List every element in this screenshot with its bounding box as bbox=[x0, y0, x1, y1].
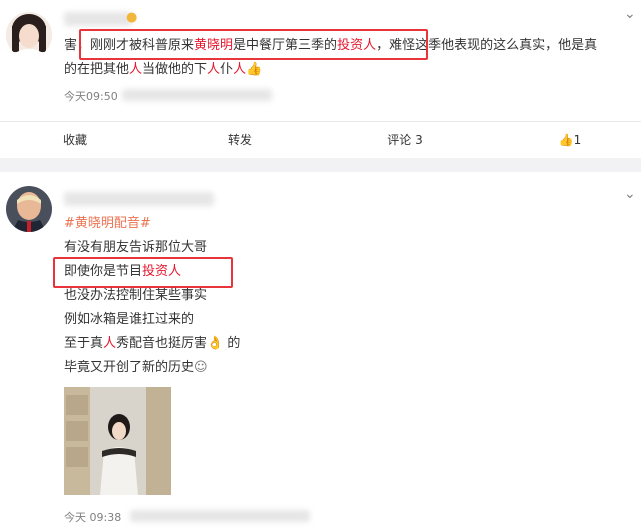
post-source bbox=[122, 89, 272, 101]
post-photo[interactable] bbox=[64, 387, 171, 495]
post-time[interactable]: 今天 09:38 bbox=[64, 509, 121, 525]
hashtag-link[interactable]: #黄晓明配音# bbox=[64, 213, 151, 235]
chevron-down-icon[interactable]: ⌄ bbox=[624, 186, 636, 202]
avatar-image bbox=[6, 12, 52, 58]
username[interactable] bbox=[64, 192, 214, 206]
photo-image bbox=[64, 387, 171, 495]
highlight-box bbox=[53, 257, 233, 288]
thumbs-up-icon: 👍 bbox=[558, 133, 574, 147]
post-text-line-2: 的在把其他人当做他的下人仆人👍 bbox=[64, 62, 263, 77]
thumbs-up-emoji-icon: 👍 bbox=[246, 62, 263, 77]
post-text-line-3: 也没办法控制住某些事实 bbox=[64, 288, 208, 303]
hand-emoji-icon: 👌 bbox=[207, 336, 224, 351]
post-2: ⌄ #黄晓明配音# 有没有朋友告诉那位大哥 即使你是节目投资人 也没办法控制住某… bbox=[0, 172, 641, 529]
highlight-box bbox=[79, 29, 428, 60]
avatar[interactable] bbox=[6, 12, 52, 58]
username[interactable] bbox=[64, 12, 132, 26]
smile-emoji-icon: ☺ bbox=[194, 360, 208, 375]
chevron-down-icon[interactable]: ⌄ bbox=[624, 6, 636, 22]
post-text-line-1: 有没有朋友告诉那位大哥 bbox=[64, 240, 208, 255]
post-text-line-5: 至于真人秀配音也挺厉害👌 的 bbox=[64, 336, 241, 351]
post-1: ● ⌄ 害，刚刚才被科普原来黄晓明是中餐厅第三季的投资人，难怪这季他表现的这么真… bbox=[0, 0, 641, 160]
feed-separator bbox=[0, 158, 641, 172]
post-source bbox=[130, 510, 310, 522]
avatar[interactable] bbox=[6, 186, 52, 232]
emoji-icon: ● bbox=[126, 10, 138, 25]
repost-button[interactable]: 转发 bbox=[195, 122, 285, 158]
post-time[interactable]: 今天09:50 bbox=[64, 88, 118, 104]
post-text-line-4: 例如冰箱是谁扛过来的 bbox=[64, 312, 195, 327]
post-text-line-6: 毕竟又开创了新的历史☺ bbox=[64, 360, 208, 375]
favorite-button[interactable]: 收藏 bbox=[30, 122, 120, 158]
avatar-image bbox=[6, 186, 52, 232]
like-button[interactable]: 👍1 bbox=[540, 122, 600, 158]
comment-button[interactable]: 评论 3 bbox=[360, 122, 450, 158]
